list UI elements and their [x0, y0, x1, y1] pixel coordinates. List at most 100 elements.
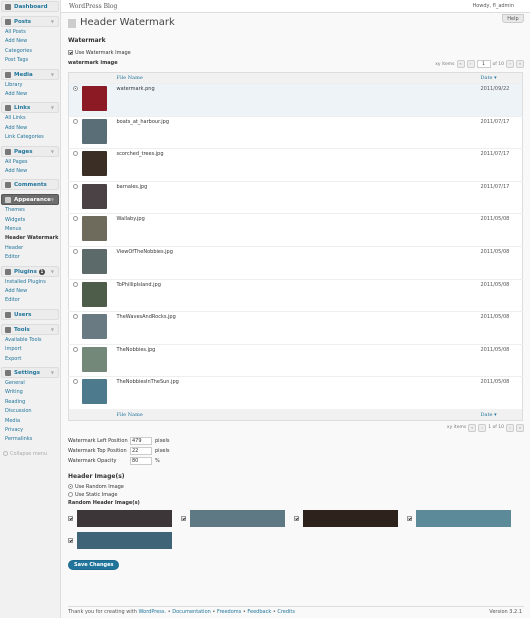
submenu-add-new[interactable]: Add New	[5, 167, 60, 176]
submenu-add-new[interactable]: Add New	[5, 37, 60, 46]
date-header[interactable]: Date ▾	[480, 72, 523, 84]
menu-users[interactable]: Users	[1, 308, 59, 320]
submenu-categories[interactable]: Categories	[5, 47, 60, 56]
random-image-checkbox[interactable]	[294, 516, 299, 522]
file-select-radio[interactable]	[73, 86, 78, 91]
use-random-option[interactable]: Use Random Image	[68, 483, 524, 492]
submenu-link-categories[interactable]: Link Categories	[5, 133, 60, 142]
menu-expand-icon[interactable]: ▼	[51, 269, 54, 274]
menu-expand-icon[interactable]: ▼	[51, 327, 54, 332]
submenu-themes[interactable]: Themes	[5, 206, 60, 215]
file-name[interactable]: TheNobbiesInTheSun.jpg	[117, 379, 179, 385]
wordpress-link[interactable]: WordPress.	[139, 609, 167, 615]
credits-link[interactable]: Credits	[277, 609, 295, 615]
file-name[interactable]: scorched_trees.jpg	[117, 151, 164, 157]
file-select-radio[interactable]	[73, 151, 78, 157]
submenu-available-tools[interactable]: Available Tools	[5, 336, 60, 345]
save-changes-button[interactable]: Save Changes	[68, 559, 120, 570]
submenu-widgets[interactable]: Widgets	[5, 216, 60, 225]
last-page-button[interactable]: »	[516, 60, 524, 68]
submenu-menus[interactable]: Menus	[5, 225, 60, 234]
user-greeting[interactable]: Howdy, fl_admin	[472, 3, 514, 9]
use-random-radio[interactable]	[68, 483, 73, 489]
freedoms-link[interactable]: Freedoms	[217, 609, 241, 615]
top-position-input[interactable]: 22	[130, 446, 152, 455]
file-name[interactable]: ViewOfTheNobbies.jpg	[117, 249, 173, 255]
submenu-all-links[interactable]: All Links	[5, 114, 60, 123]
submenu-library[interactable]: Library	[5, 81, 60, 90]
submenu-editor[interactable]: Editor	[5, 253, 60, 262]
file-row[interactable]: Wallaby.jpg 2011/05/08	[68, 213, 523, 247]
submenu-header[interactable]: Header	[5, 244, 60, 253]
random-image-checkbox[interactable]	[407, 516, 412, 522]
submenu-header-watermark[interactable]: Header Watermark	[5, 234, 60, 243]
menu-expand-icon[interactable]: ▼	[51, 72, 54, 77]
use-static-radio[interactable]	[68, 491, 73, 497]
file-select-radio[interactable]	[73, 248, 78, 254]
file-row[interactable]: boats_at_harbour.jpg 2011/07/17	[68, 115, 523, 149]
submenu-installed-plugins[interactable]: Installed Plugins	[5, 278, 60, 287]
submenu-privacy[interactable]: Privacy	[5, 426, 60, 435]
submenu-reading[interactable]: Reading	[5, 398, 60, 407]
submenu-all-pages[interactable]: All Pages	[5, 158, 60, 167]
site-name[interactable]: WordPress Blog	[69, 3, 117, 10]
next-page-button[interactable]: ›	[506, 423, 514, 432]
file-select-radio[interactable]	[73, 281, 78, 287]
menu-dashboard[interactable]: Dashboard	[1, 1, 59, 12]
menu-expand-icon[interactable]: ▼	[51, 149, 54, 154]
file-row[interactable]: TheWavesAndRocks.jpg 2011/05/08	[68, 311, 523, 345]
first-page-button[interactable]: «	[468, 423, 477, 432]
file-name[interactable]: TheNobbies.jpg	[117, 347, 156, 353]
prev-page-button[interactable]: ‹	[478, 423, 487, 432]
next-page-button[interactable]: ›	[506, 60, 514, 68]
submenu-add-new[interactable]: Add New	[5, 287, 60, 296]
use-static-option[interactable]: Use Static Image	[68, 491, 524, 500]
date-footer[interactable]: Date ▾	[480, 409, 523, 421]
submenu-writing[interactable]: Writing	[5, 388, 60, 397]
feedback-link[interactable]: Feedback	[247, 609, 271, 615]
submenu-discussion[interactable]: Discussion	[5, 407, 60, 416]
file-row[interactable]: TheNobbies.jpg 2011/05/08	[68, 343, 523, 377]
submenu-post-tags[interactable]: Post Tags	[5, 56, 60, 65]
submenu-add-new[interactable]: Add New	[5, 124, 60, 133]
documentation-link[interactable]: Documentation	[172, 609, 211, 615]
file-row[interactable]: ToPhillipIsland.jpg 2011/05/08	[68, 278, 523, 312]
menu-appearance[interactable]: Appearance ▼	[1, 194, 59, 206]
menu-expand-icon[interactable]: ▼	[51, 105, 54, 110]
current-page-input[interactable]: 1	[476, 60, 491, 68]
prev-page-button[interactable]: ‹	[466, 60, 475, 68]
menu-expand-icon[interactable]: ▼	[51, 370, 54, 375]
random-image-checkbox[interactable]	[68, 538, 73, 544]
menu-media[interactable]: Media ▼	[1, 68, 59, 80]
file-row[interactable]: ViewOfTheNobbies.jpg 2011/05/08	[68, 245, 523, 280]
submenu-add-new[interactable]: Add New	[5, 90, 60, 99]
menu-pages[interactable]: Pages ▼	[1, 145, 59, 157]
submenu-all-posts[interactable]: All Posts	[5, 28, 60, 37]
file-row[interactable]: watermark.png 2011/09/22	[68, 83, 523, 117]
first-page-button[interactable]: «	[456, 60, 465, 68]
random-image-checkbox[interactable]	[181, 516, 186, 522]
file-select-radio[interactable]	[73, 379, 78, 385]
menu-expand-icon[interactable]: ▼	[51, 19, 54, 24]
file-row[interactable]: TheNobbiesInTheSun.jpg 2011/05/08	[68, 376, 523, 410]
file-select-radio[interactable]	[73, 118, 78, 124]
menu-links[interactable]: Links ▼	[1, 102, 59, 114]
file-name[interactable]: boats_at_harbour.jpg	[117, 119, 170, 125]
last-page-button[interactable]: »	[516, 423, 524, 432]
opacity-input[interactable]: 80	[130, 456, 152, 465]
file-name[interactable]: Wallaby.jpg	[117, 216, 145, 222]
submenu-import[interactable]: Import	[5, 345, 60, 354]
file-select-radio[interactable]	[73, 314, 78, 320]
left-position-input[interactable]: 479	[130, 436, 152, 445]
menu-tools[interactable]: Tools ▼	[1, 323, 59, 335]
submenu-editor[interactable]: Editor	[5, 296, 60, 305]
file-name[interactable]: ToPhillipIsland.jpg	[117, 282, 161, 288]
menu-settings[interactable]: Settings ▼	[1, 366, 59, 378]
menu-comments[interactable]: Comments	[1, 179, 59, 191]
submenu-export[interactable]: Export	[5, 355, 60, 364]
menu-posts[interactable]: Posts ▼	[1, 16, 59, 27]
collapse-menu[interactable]: Collapse menu	[0, 450, 60, 457]
submenu-general[interactable]: General	[5, 379, 60, 388]
submenu-media[interactable]: Media	[5, 417, 60, 426]
menu-expand-icon[interactable]: ▼	[51, 197, 54, 202]
